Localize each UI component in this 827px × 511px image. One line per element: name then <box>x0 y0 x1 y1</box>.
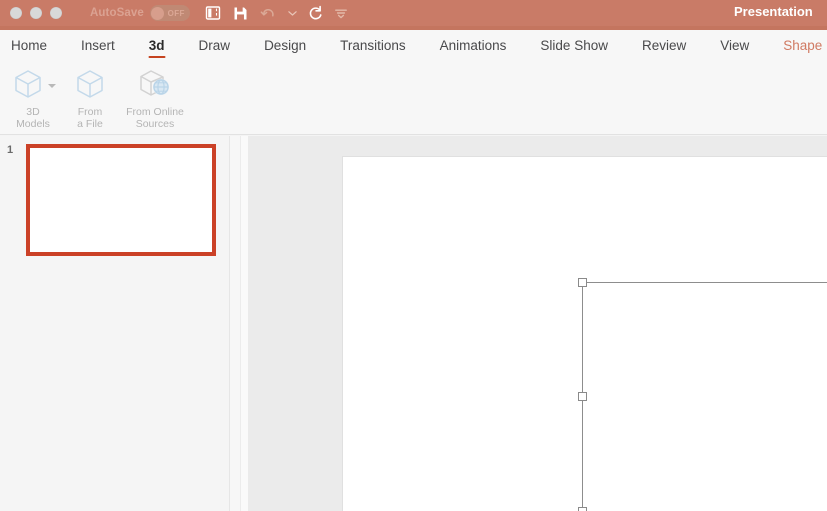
cube-icon <box>11 67 45 106</box>
slide-canvas-area[interactable]: Cl <box>248 136 827 511</box>
selected-placeholder[interactable] <box>582 282 827 511</box>
tab-shape-format[interactable]: Shape Format <box>783 30 827 61</box>
slide-number: 1 <box>7 144 14 156</box>
from-a-file-button[interactable]: From a File <box>66 61 114 130</box>
window-controls <box>0 7 62 19</box>
undo-dropdown-icon[interactable] <box>288 4 297 22</box>
close-button[interactable] <box>10 7 22 19</box>
document-title: Presentation <box>734 4 813 19</box>
autosave-label: AutoSave <box>90 7 144 19</box>
ribbon-tab-bar: Home Insert 3d Draw Design Transitions A… <box>0 30 827 61</box>
tab-review[interactable]: Review <box>642 30 686 61</box>
3d-models-label: 3D Models <box>16 106 50 130</box>
tab-view[interactable]: View <box>720 30 749 61</box>
from-online-sources-button[interactable]: From Online Sources <box>118 61 192 130</box>
slide-canvas[interactable]: Cl <box>343 157 827 511</box>
tab-draw[interactable]: Draw <box>199 30 231 61</box>
from-online-sources-icon-row <box>137 66 173 106</box>
slide-thumbnail-panel[interactable]: 1 <box>0 136 230 511</box>
autosave-control[interactable]: AutoSave OFF <box>90 5 190 21</box>
from-a-file-icon-row <box>73 66 107 106</box>
resize-handle-top-left[interactable] <box>578 278 587 287</box>
quick-access-toolbar <box>204 4 347 22</box>
tab-insert[interactable]: Insert <box>81 30 115 61</box>
tab-home[interactable]: Home <box>11 30 47 61</box>
save-icon[interactable] <box>232 4 250 22</box>
customize-toolbar-icon[interactable] <box>334 4 347 22</box>
tab-design[interactable]: Design <box>264 30 306 61</box>
from-online-sources-label: From Online Sources <box>126 106 184 130</box>
3d-models-button[interactable]: 3D Models <box>4 61 62 130</box>
tab-transitions[interactable]: Transitions <box>340 30 406 61</box>
tab-slide-show[interactable]: Slide Show <box>540 30 608 61</box>
resize-handle-bottom-left[interactable] <box>578 507 587 511</box>
3d-models-icon-row <box>11 66 56 106</box>
title-bar: AutoSave OFF Presentation <box>0 0 827 26</box>
panel-scrollbar[interactable] <box>240 136 248 511</box>
slide-thumbnail-1[interactable] <box>26 144 216 256</box>
cube-icon <box>73 67 107 106</box>
zoom-button[interactable] <box>50 7 62 19</box>
cube-globe-icon <box>137 67 173 106</box>
from-a-file-label: From a File <box>77 106 103 130</box>
sidebar-toggle-icon[interactable] <box>204 4 222 22</box>
autosave-state-label: OFF <box>167 8 185 18</box>
tab-animations[interactable]: Animations <box>440 30 507 61</box>
autosave-knob <box>151 6 165 20</box>
autosave-toggle[interactable]: OFF <box>149 5 190 21</box>
chevron-down-icon[interactable] <box>47 84 56 88</box>
ribbon-content: 3D Models From a File From Online Source… <box>0 61 827 135</box>
redo-icon[interactable] <box>307 4 325 22</box>
resize-handle-middle-left[interactable] <box>578 392 587 401</box>
minimize-button[interactable] <box>30 7 42 19</box>
tab-3d[interactable]: 3d <box>149 30 165 61</box>
undo-icon[interactable] <box>260 4 278 22</box>
powerpoint-window: AutoSave OFF Presentation Home Insert 3d… <box>0 0 827 511</box>
